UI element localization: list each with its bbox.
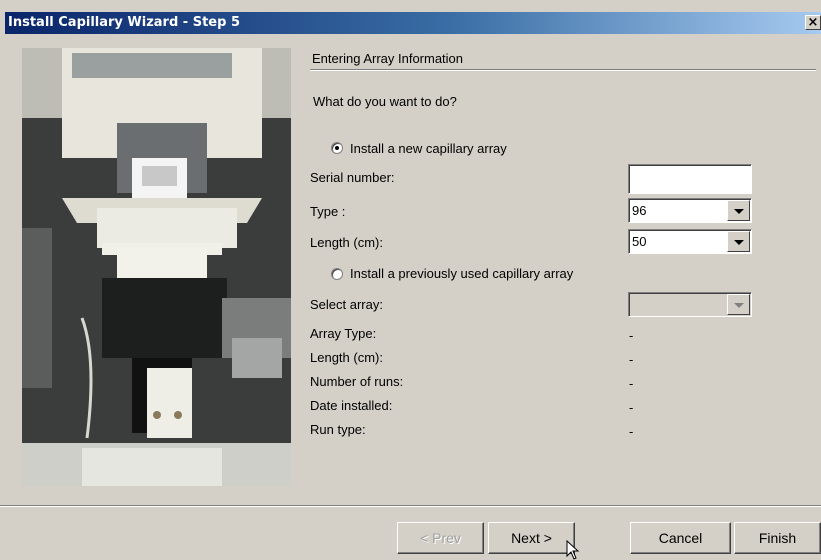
install-used-label[interactable]: Install a previously used capillary arra…	[350, 266, 573, 281]
instrument-photo-image	[22, 48, 291, 486]
close-button[interactable]: ×	[805, 15, 821, 30]
question-label: What do you want to do?	[313, 94, 457, 109]
install-used-radio[interactable]	[331, 268, 343, 280]
type-dropdown-button[interactable]	[727, 200, 750, 221]
window-title: Install Capillary Wizard - Step 5	[8, 15, 240, 30]
finish-button[interactable]: Finish	[734, 522, 821, 554]
array-length-label: Length (cm):	[310, 350, 383, 365]
section-title: Entering Array Information	[312, 51, 464, 66]
type-select-value: 96	[632, 203, 647, 218]
run-type-label: Run type:	[310, 422, 366, 437]
button-bar-divider	[0, 505, 821, 507]
date-installed-label: Date installed:	[310, 398, 393, 413]
radio-selected-dot	[335, 146, 339, 150]
array-length-value: -	[629, 352, 634, 367]
array-type-value: -	[629, 328, 634, 343]
serial-number-input[interactable]	[628, 164, 752, 194]
array-type-label: Array Type:	[310, 326, 377, 341]
select-array-dropdown-button[interactable]	[727, 294, 750, 315]
cancel-button[interactable]: Cancel	[630, 522, 731, 554]
type-label: Type :	[310, 204, 346, 219]
chevron-down-icon	[734, 240, 744, 245]
date-installed-value: -	[629, 400, 634, 415]
length-dropdown-button[interactable]	[727, 231, 750, 252]
type-select[interactable]: 96	[628, 198, 752, 223]
select-array-dropdown[interactable]	[628, 292, 752, 317]
install-new-label[interactable]: Install a new capillary array	[350, 141, 507, 156]
install-capillary-wizard-window: Install Capillary Wizard - Step 5 × Ente…	[0, 0, 821, 560]
run-type-value: -	[629, 424, 634, 439]
next-button[interactable]: Next >	[488, 522, 575, 554]
instrument-photo	[22, 48, 291, 486]
select-array-label: Select array:	[310, 297, 383, 312]
length-select-value: 50	[632, 234, 647, 249]
length-select[interactable]: 50	[628, 229, 752, 254]
install-new-radio[interactable]	[331, 142, 343, 154]
mouse-pointer-icon	[566, 540, 580, 560]
close-icon: ×	[807, 15, 819, 30]
chevron-down-icon	[734, 303, 744, 308]
chevron-down-icon	[734, 209, 744, 214]
section-divider	[310, 69, 816, 71]
length-label: Length (cm):	[310, 235, 383, 250]
number-of-runs-value: -	[629, 376, 634, 391]
number-of-runs-label: Number of runs:	[310, 374, 404, 389]
prev-button[interactable]: < Prev	[397, 522, 484, 554]
title-bar[interactable]: Install Capillary Wizard - Step 5 ×	[5, 12, 821, 34]
serial-number-label: Serial number:	[310, 170, 395, 185]
